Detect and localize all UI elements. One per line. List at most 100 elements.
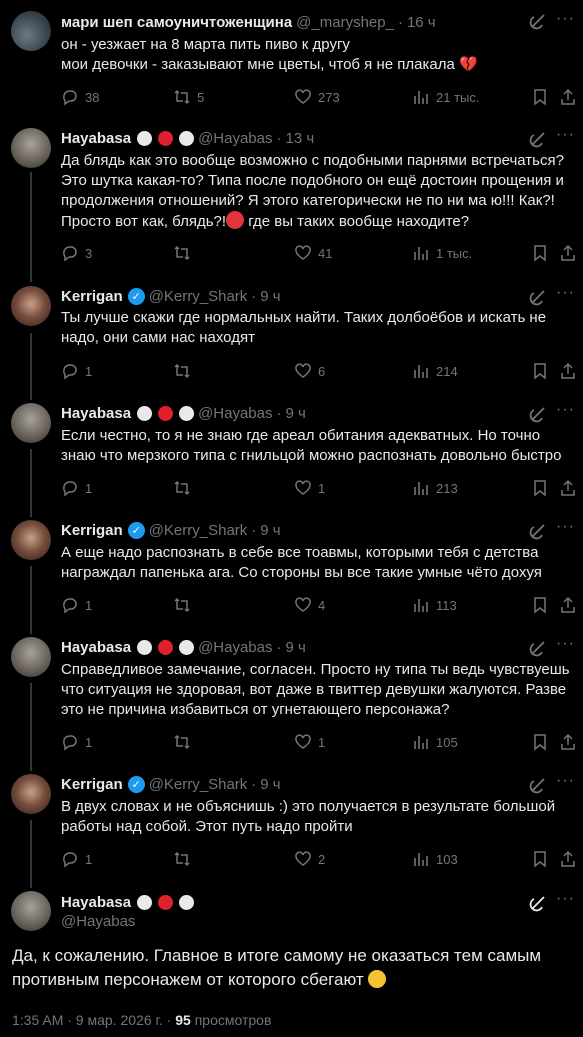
share-button[interactable] (559, 87, 577, 107)
share-button[interactable] (559, 361, 577, 381)
white-circle-emoji (137, 405, 153, 421)
avatar[interactable] (11, 891, 51, 931)
grok-icon[interactable] (529, 776, 547, 794)
share-button[interactable] (559, 595, 577, 615)
grok-icon[interactable] (529, 894, 547, 912)
grok-icon[interactable] (529, 288, 547, 306)
more-icon[interactable]: ··· (556, 772, 575, 790)
bookmark-button[interactable] (531, 243, 549, 263)
reply-button[interactable]: 38 (61, 87, 99, 107)
tweet-actions: 1 1 105 (61, 732, 575, 752)
like-button[interactable]: 1 (294, 478, 325, 498)
author-name[interactable]: мари шеп самоуничтоженщина (61, 14, 292, 31)
more-icon[interactable]: ··· (556, 10, 575, 28)
like-button[interactable]: 41 (294, 243, 332, 263)
grok-icon[interactable] (529, 12, 547, 30)
timestamp[interactable]: 13 ч (286, 130, 315, 147)
retweet-button[interactable] (173, 595, 197, 615)
bookmark-button[interactable] (531, 478, 549, 498)
like-button[interactable]: 4 (294, 595, 325, 615)
like-button[interactable]: 273 (294, 87, 340, 107)
bookmark-button[interactable] (531, 849, 549, 869)
avatar[interactable] (11, 774, 51, 814)
author-handle[interactable]: @Hayabas (198, 405, 272, 422)
avatar[interactable] (11, 11, 51, 51)
bookmark-button[interactable] (531, 87, 549, 107)
author-name[interactable]: Kerrigan (61, 522, 123, 539)
more-icon[interactable]: ··· (556, 284, 575, 302)
like-button[interactable]: 1 (294, 732, 325, 752)
like-button[interactable]: 6 (294, 361, 325, 381)
white-circle-emoji (137, 894, 153, 910)
views-count: 105 (436, 734, 458, 750)
grok-icon[interactable] (529, 639, 547, 657)
avatar[interactable] (11, 403, 51, 443)
more-icon[interactable]: ··· (556, 401, 575, 419)
views-button[interactable]: 21 тыс. (412, 87, 479, 107)
retweet-icon (174, 245, 190, 261)
author-handle[interactable]: @Hayabas (61, 913, 135, 930)
timestamp[interactable]: 9 ч (260, 288, 280, 305)
like-button[interactable]: 2 (294, 849, 325, 869)
author-handle[interactable]: @Kerry_Shark (149, 776, 248, 793)
views-button[interactable]: 103 (412, 849, 458, 869)
reply-button[interactable]: 1 (61, 478, 92, 498)
timestamp[interactable]: 9 ч (286, 405, 306, 422)
views-button[interactable]: 214 (412, 361, 458, 381)
grok-icon[interactable] (529, 130, 547, 148)
timestamp[interactable]: 16 ч (407, 14, 436, 31)
share-button[interactable] (559, 732, 577, 752)
grok-icon[interactable] (529, 522, 547, 540)
tweet-text: Справедливое замечание, согласен. Просто… (61, 661, 570, 718)
more-icon[interactable]: ··· (556, 518, 575, 536)
author-handle[interactable]: @Hayabas (198, 639, 272, 656)
author-handle[interactable]: @_maryshep_ (296, 14, 394, 31)
author-name[interactable]: Hayabasa (61, 405, 131, 422)
views-button[interactable]: 1 тыс. (412, 243, 472, 263)
more-icon[interactable]: ··· (556, 635, 575, 653)
views-button[interactable]: 105 (412, 732, 458, 752)
timestamp[interactable]: 9 ч (260, 522, 280, 539)
author-name[interactable]: Hayabasa (61, 639, 131, 656)
more-icon[interactable]: ··· (556, 126, 575, 144)
grok-icon[interactable] (529, 405, 547, 423)
avatar[interactable] (11, 128, 51, 168)
author-handle[interactable]: @Hayabas (198, 130, 272, 147)
views-icon (414, 91, 428, 104)
reply-button[interactable]: 1 (61, 849, 92, 869)
author-handle[interactable]: @Kerry_Shark (149, 522, 248, 539)
retweet-button[interactable] (173, 478, 197, 498)
tweet-header: Kerrigan ✓ @Kerry_Shark · 9 ч (61, 774, 571, 794)
retweet-button[interactable] (173, 361, 197, 381)
timestamp[interactable]: 9 ч (286, 639, 306, 656)
avatar[interactable] (11, 637, 51, 677)
reply-button[interactable]: 3 (61, 243, 92, 263)
avatar[interactable] (11, 520, 51, 560)
retweet-button[interactable] (173, 849, 197, 869)
avatar[interactable] (11, 286, 51, 326)
author-name[interactable]: Kerrigan (61, 288, 123, 305)
author-handle[interactable]: @Kerry_Shark (149, 288, 248, 305)
bookmark-button[interactable] (531, 595, 549, 615)
more-icon[interactable]: ··· (556, 890, 575, 908)
author-name[interactable]: Hayabasa (61, 130, 131, 147)
views-count: 214 (436, 363, 458, 379)
retweet-button[interactable] (173, 243, 197, 263)
author-name[interactable]: Kerrigan (61, 776, 123, 793)
retweet-button[interactable] (173, 732, 197, 752)
reply-button[interactable]: 1 (61, 361, 92, 381)
share-button[interactable] (559, 478, 577, 498)
timestamp[interactable]: 9 ч (260, 776, 280, 793)
bookmark-icon (534, 480, 546, 497)
reply-button[interactable]: 1 (61, 732, 92, 752)
author-name[interactable]: Hayabasa (61, 894, 131, 911)
retweet-button[interactable]: 5 (173, 87, 204, 107)
views-button[interactable]: 113 (412, 595, 457, 615)
tweet-datetime[interactable]: 1:35 AM · 9 мар. 2026 г. · (12, 1012, 171, 1028)
reply-button[interactable]: 1 (61, 595, 92, 615)
views-button[interactable]: 213 (412, 478, 458, 498)
share-button[interactable] (559, 243, 577, 263)
bookmark-button[interactable] (531, 361, 549, 381)
bookmark-button[interactable] (531, 732, 549, 752)
share-button[interactable] (559, 849, 577, 869)
